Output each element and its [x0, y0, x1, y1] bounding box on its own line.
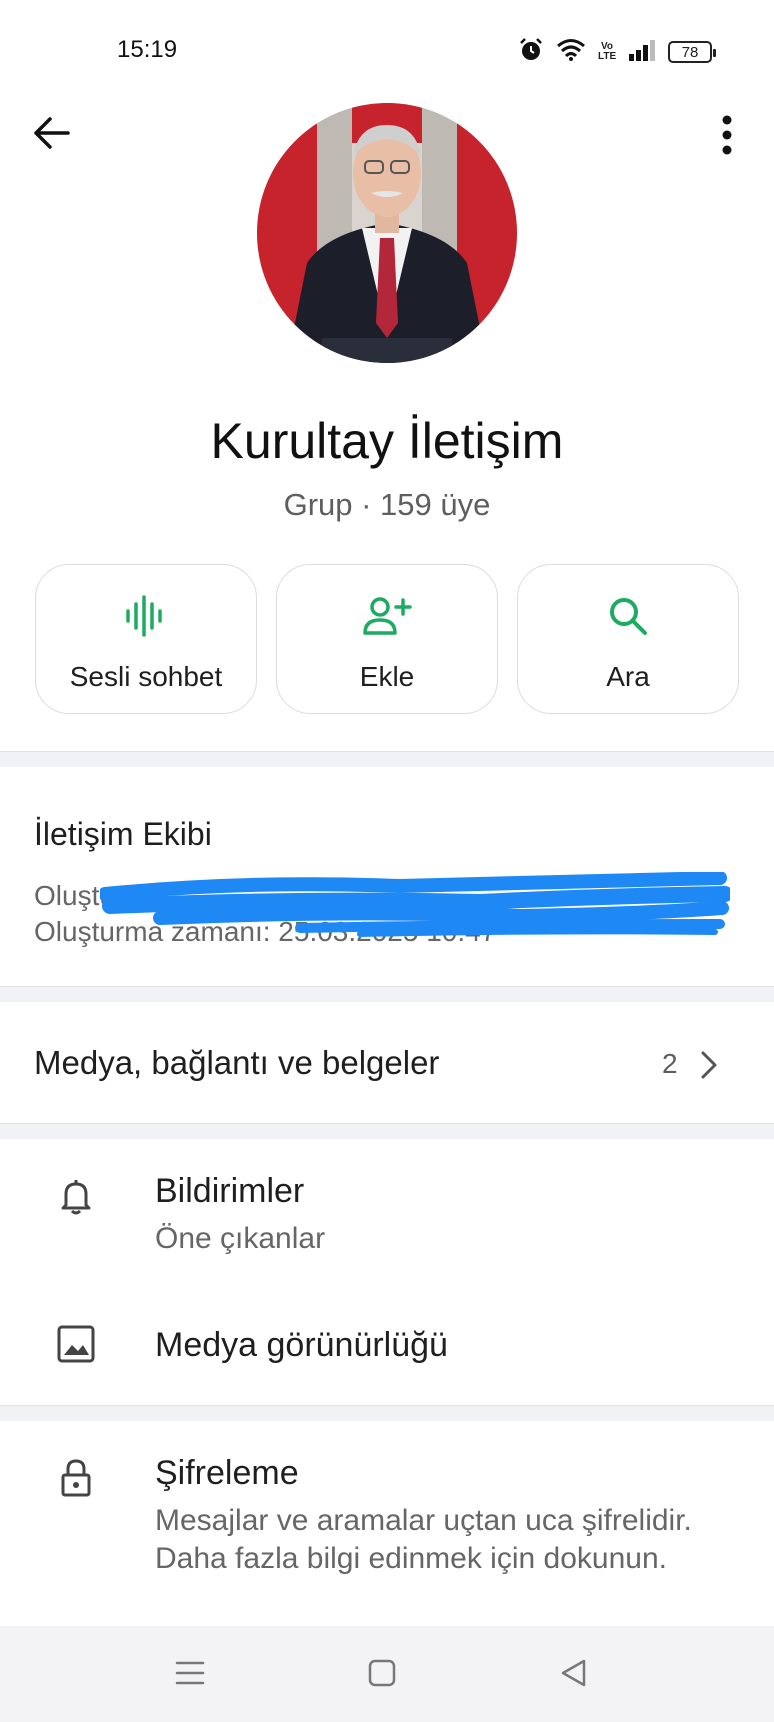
- more-vert-icon: [722, 115, 732, 160]
- back-button[interactable]: [28, 112, 74, 158]
- status-time: 15:19: [117, 36, 178, 63]
- group-description[interactable]: İletişim Ekibi: [34, 816, 212, 853]
- section-divider: [0, 1123, 774, 1139]
- lock-icon: [56, 1458, 96, 1498]
- add-person-icon: [362, 593, 412, 639]
- nav-menu-button[interactable]: [165, 1652, 215, 1698]
- group-name: Kurultay İletişim: [210, 413, 564, 469]
- menu-lines-icon: [175, 1660, 205, 1691]
- voice-wave-icon: [124, 593, 168, 639]
- battery-icon: 78: [668, 41, 716, 63]
- section-divider: [0, 751, 774, 767]
- media-count: 2: [662, 1048, 678, 1079]
- signal-icon: [628, 39, 656, 66]
- square-icon: [368, 1659, 396, 1692]
- search-icon: [607, 593, 649, 639]
- media-links-docs-label: Medya, bağlantı ve belgeler: [34, 1044, 440, 1081]
- section-divider: [0, 1405, 774, 1421]
- image-icon: [56, 1324, 96, 1364]
- notifications-value: Öne çıkanlar: [155, 1222, 326, 1255]
- add-member-button[interactable]: Ekle: [276, 564, 498, 714]
- voice-chat-label: Sesli sohbet: [69, 661, 223, 692]
- alarm-icon: [518, 37, 544, 68]
- arrow-left-icon: [32, 116, 70, 155]
- more-options-button[interactable]: [704, 112, 750, 162]
- group-subtitle[interactable]: Grup · 159 üye: [0, 487, 774, 523]
- notifications-title: Bildirimler: [155, 1172, 305, 1210]
- media-visibility-title: Medya görünürlüğü: [155, 1326, 448, 1364]
- triangle-back-icon: [559, 1658, 587, 1693]
- nav-back-button[interactable]: [548, 1652, 598, 1698]
- group-avatar[interactable]: [257, 103, 517, 363]
- status-icons: Vo LTE 78: [518, 36, 716, 68]
- search-button[interactable]: Ara: [517, 564, 739, 714]
- bell-icon: [56, 1176, 96, 1216]
- wifi-icon: [556, 38, 586, 67]
- add-member-label: Ekle: [359, 661, 415, 692]
- section-divider: [0, 986, 774, 1002]
- redaction-scribble: [98, 871, 733, 938]
- nav-home-button[interactable]: [357, 1652, 407, 1698]
- volte-icon: Vo LTE: [598, 41, 617, 62]
- notifications-row[interactable]: [0, 1160, 774, 1270]
- voice-chat-button[interactable]: Sesli sohbet: [35, 564, 257, 714]
- encryption-description: Mesajlar ve aramalar uçtan uca şifrelidi…: [155, 1504, 692, 1575]
- encryption-title: Şifreleme: [155, 1454, 299, 1492]
- chevron-right-icon: [700, 1050, 718, 1085]
- search-label: Ara: [606, 661, 650, 692]
